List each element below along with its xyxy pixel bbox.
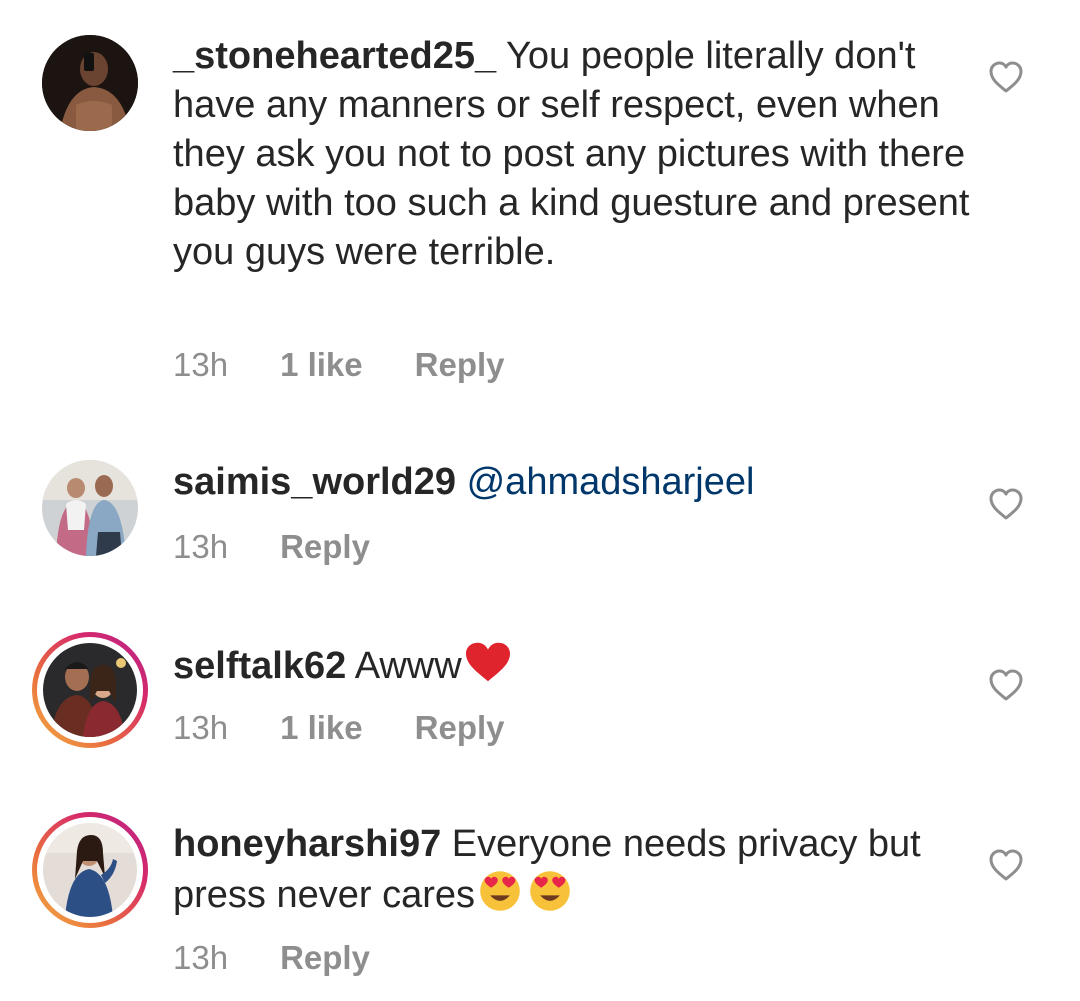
comment-body: Awww (346, 645, 462, 687)
comment-username[interactable]: saimis_world29 (173, 461, 456, 503)
comment-likes-button[interactable]: 1 like (280, 708, 363, 748)
heart-eyes-emoji (530, 871, 570, 911)
comment-username[interactable]: _stonehearted25_ (173, 35, 496, 77)
avatar-photo (42, 460, 138, 556)
comment-text: _stonehearted25_ You people literally do… (173, 32, 973, 277)
reply-button[interactable]: Reply (415, 345, 505, 385)
avatar[interactable] (42, 35, 138, 131)
comment-text: saimis_world29 @ahmadsharjeel (173, 458, 973, 507)
comment-likes-button[interactable]: 1 like (280, 345, 363, 385)
heart-eyes-emoji (480, 871, 520, 911)
comment-meta: 13h Reply (173, 938, 370, 978)
comment-text: selftalk62 Awww (173, 640, 973, 691)
comment-username[interactable]: selftalk62 (173, 645, 346, 687)
heart-outline-icon[interactable] (988, 668, 1024, 702)
avatar (43, 823, 137, 917)
comment-text: honeyharshi97 Everyone needs privacy but… (173, 820, 973, 920)
comment-timestamp: 13h (173, 709, 229, 746)
avatar[interactable] (42, 460, 138, 556)
red-heart-emoji (465, 642, 510, 682)
avatar-story-ring[interactable] (32, 812, 148, 928)
avatar-ring-gap (37, 637, 143, 743)
heart-outline-icon[interactable] (988, 60, 1024, 94)
comment-meta: 13h 1 like Reply (173, 345, 505, 385)
heart-outline-icon[interactable] (988, 848, 1024, 882)
avatar-ring-gap (37, 817, 143, 923)
avatar (43, 643, 137, 737)
comment-meta: 13h 1 like Reply (173, 708, 505, 748)
comment-meta: 13h Reply (173, 527, 370, 567)
comment-timestamp: 13h (173, 528, 229, 565)
reply-button[interactable]: Reply (415, 708, 505, 748)
reply-button[interactable]: Reply (280, 527, 370, 567)
avatar-photo (43, 643, 137, 737)
comment-timestamp: 13h (173, 939, 229, 976)
mention-link[interactable]: @ahmadsharjeel (467, 461, 755, 503)
avatar-photo (42, 35, 138, 131)
avatar-story-ring[interactable] (32, 632, 148, 748)
heart-outline-icon[interactable] (988, 487, 1024, 521)
avatar-photo (43, 823, 137, 917)
comment-timestamp: 13h (173, 346, 229, 383)
comment-username[interactable]: honeyharshi97 (173, 823, 441, 865)
reply-button[interactable]: Reply (280, 938, 370, 978)
